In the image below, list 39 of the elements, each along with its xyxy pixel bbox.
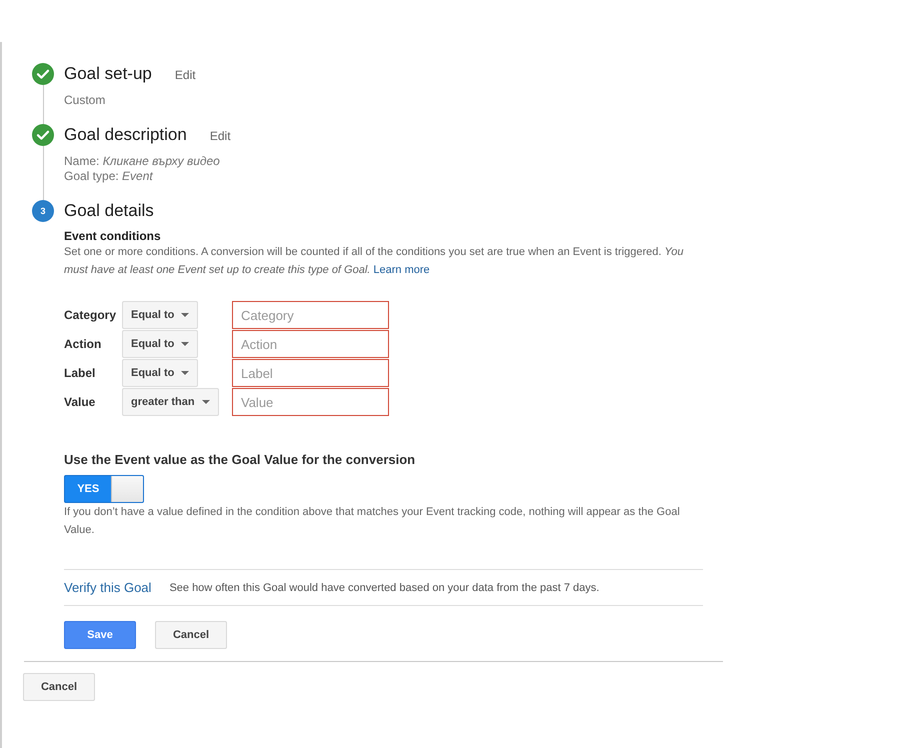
section-heading: Event conditions [64,229,162,243]
condition-label: Category [64,308,118,322]
condition-label: Action [64,337,102,351]
edit-link[interactable]: Edit [174,68,196,82]
step-connector-line [42,85,44,124]
step-summary: Goal type: Event [64,169,154,184]
step-connector-line [42,146,44,200]
step-summary: Name: Кликане върху видео [64,154,221,169]
caret-icon [181,371,190,375]
verify-description: See how often this Goal would have converted based on your data from the past 7 days. [169,582,600,594]
step-number: 3 [32,200,54,222]
condition-label: Value [64,395,96,409]
toggle-label: Use the Event value as the Goal Value for the conversion [64,452,416,468]
operator-dropdown[interactable]: Equal to [122,330,198,358]
check-circle-icon [32,124,54,146]
edit-link[interactable]: Edit [210,129,231,143]
caret-icon [181,342,190,346]
check-circle-icon [32,63,54,85]
learn-more-link[interactable]: Learn more [373,264,430,276]
operator-dropdown[interactable]: Equal to [122,301,198,329]
step-title: Goal set-up [64,63,152,85]
event-conditions-description: Set one or more conditions. A conversion will be counted if all of the conditions you set are true when an Event is triggered. You must have at least one Event set up to create this type of Goal. Learn more [64,245,684,278]
toggle-switch[interactable]: YES [64,475,144,503]
operator-dropdown[interactable]: greater than [122,388,219,416]
input-field[interactable]: Value [232,388,389,416]
step-title: Goal description [64,124,187,146]
cancel-button[interactable]: Cancel [155,621,227,649]
verify-goal-link[interactable]: Verify this Goal [64,580,152,595]
step-title: Goal details [64,200,154,222]
cancel-button[interactable]: Cancel [23,673,95,701]
condition-label: Label [64,366,96,380]
caret-icon [181,313,190,317]
step-summary: Custom [64,93,106,108]
input-field[interactable]: Label [232,359,389,387]
input-field[interactable]: Category [232,301,389,329]
caret-icon [202,400,210,404]
input-field[interactable]: Action [232,330,389,358]
operator-dropdown[interactable]: Equal to [122,359,198,387]
toggle-hint: If you don’t have a value defined in the condition above that matches your Event tracking code, nothing will appear as the Goal Value. [64,505,681,538]
